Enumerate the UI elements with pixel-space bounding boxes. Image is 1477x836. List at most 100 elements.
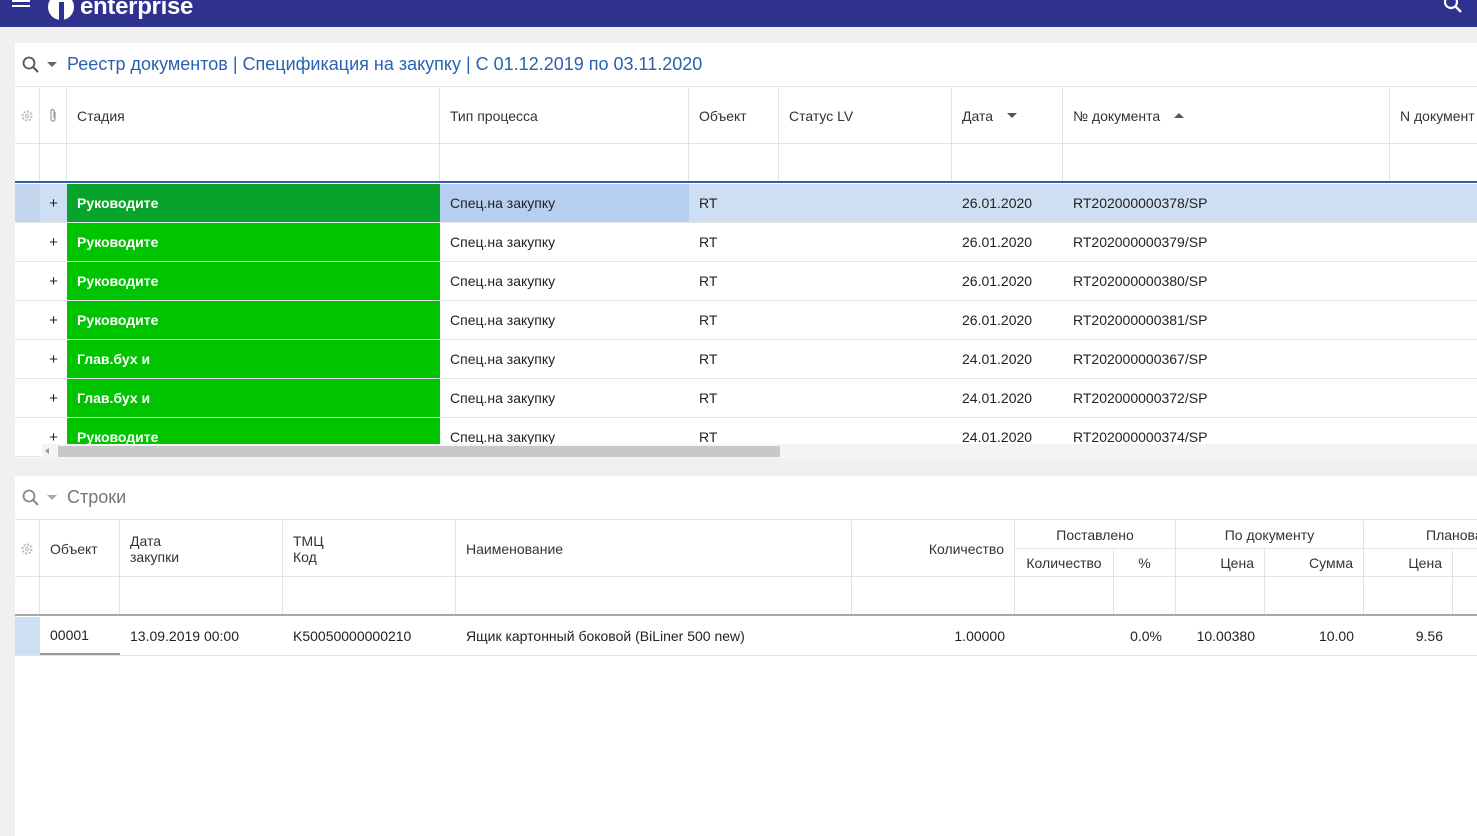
scroll-left-icon[interactable] xyxy=(45,448,49,454)
filter-date[interactable] xyxy=(952,144,1063,181)
cell-stage[interactable]: Руководите xyxy=(67,184,440,222)
attachment-icon-cell[interactable] xyxy=(40,88,67,143)
cell-stage[interactable]: Руководите xyxy=(67,223,440,261)
cell-stage[interactable]: Руководите xyxy=(67,301,440,339)
table-row[interactable]: + Руководите Спец.на закупку RT 26.01.20… xyxy=(15,301,1477,340)
expand-button[interactable]: + xyxy=(40,379,67,417)
cell-delivered-pct[interactable]: 0.0% xyxy=(1114,617,1176,655)
column-header-object[interactable]: Объект xyxy=(40,521,120,576)
cell-doc-no[interactable]: RT202000000372/SP xyxy=(1063,379,1390,417)
column-header-date[interactable]: Дата xyxy=(952,88,1063,143)
cell-object[interactable]: RT xyxy=(689,223,779,261)
cell-stage[interactable]: Глав.бух и xyxy=(67,379,440,417)
column-header-planned-price[interactable]: Цена xyxy=(1364,549,1453,577)
menu-icon[interactable] xyxy=(12,0,32,12)
filter-doc-sum[interactable] xyxy=(1265,577,1364,614)
cell-doc-price[interactable]: 10.00380 xyxy=(1176,617,1265,655)
column-header-purchase-date[interactable]: Дата закупки xyxy=(120,521,283,576)
horizontal-scrollbar[interactable] xyxy=(42,444,1477,458)
gear-icon[interactable] xyxy=(20,542,34,556)
column-header-status-lv[interactable]: Статус LV xyxy=(779,88,952,143)
cell-doc-no[interactable]: RT202000000379/SP xyxy=(1063,223,1390,261)
cell-process-type[interactable]: Спец.на закупку xyxy=(440,340,689,378)
cell-doc-no[interactable]: RT202000000381/SP xyxy=(1063,301,1390,339)
chevron-down-icon[interactable] xyxy=(47,495,57,500)
table-row[interactable]: 00001 13.09.2019 00:00 K50050000000210 Я… xyxy=(15,617,1477,656)
cell-quantity[interactable]: 1.00000 xyxy=(852,617,1015,655)
cell-date[interactable]: 26.01.2020 xyxy=(952,223,1063,261)
cell-object[interactable]: RT xyxy=(689,184,779,222)
cell-object[interactable]: RT xyxy=(689,340,779,378)
column-header-quantity[interactable]: Количество xyxy=(852,521,1015,576)
cell-name[interactable]: Ящик картонный боковой (BiLiner 500 new) xyxy=(456,617,852,655)
column-header-stage[interactable]: Стадия xyxy=(67,88,440,143)
filter-stage[interactable] xyxy=(67,144,440,181)
filter-object[interactable] xyxy=(689,144,779,181)
expand-button[interactable]: + xyxy=(40,340,67,378)
cell-doc-no[interactable]: RT202000000378/SP xyxy=(1063,184,1390,222)
column-header-delivered-qty[interactable]: Количество xyxy=(1015,549,1114,577)
cell-date[interactable]: 24.01.2020 xyxy=(952,379,1063,417)
cell-status-lv[interactable] xyxy=(779,379,952,417)
filter-n-doc[interactable] xyxy=(1390,144,1477,181)
cell-process-type[interactable]: Спец.на закупку xyxy=(440,262,689,300)
cell-object[interactable]: RT xyxy=(689,379,779,417)
cell-status-lv[interactable] xyxy=(779,223,952,261)
column-header-doc-price[interactable]: Цена xyxy=(1176,549,1265,577)
column-header-tmc-code[interactable]: ТМЦ Код xyxy=(283,521,456,576)
cell-process-type[interactable]: Спец.на закупку xyxy=(440,301,689,339)
panel-title[interactable]: Реестр документов | Спецификация на заку… xyxy=(67,54,702,75)
filter-doc-no[interactable] xyxy=(1063,144,1390,181)
panel-title[interactable]: Строки xyxy=(67,487,126,508)
filter-object[interactable] xyxy=(40,577,120,614)
cell-stage[interactable]: Руководите xyxy=(67,262,440,300)
cell-status-lv[interactable] xyxy=(779,184,952,222)
cell-date[interactable]: 26.01.2020 xyxy=(952,262,1063,300)
expand-button[interactable]: + xyxy=(40,184,67,222)
filter-purchase-date[interactable] xyxy=(120,577,283,614)
cell-object[interactable]: RT xyxy=(689,262,779,300)
filter-delivered-pct[interactable] xyxy=(1114,577,1176,614)
column-header-n-doc[interactable]: N документ xyxy=(1390,88,1477,143)
search-icon[interactable] xyxy=(21,55,41,75)
filter-process-type[interactable] xyxy=(440,144,689,181)
filter-tmc-code[interactable] xyxy=(283,577,456,614)
table-row[interactable]: + Руководите Спец.на закупку RT 26.01.20… xyxy=(15,184,1477,223)
cell-status-lv[interactable] xyxy=(779,301,952,339)
expand-button[interactable]: + xyxy=(40,262,67,300)
settings-icon-cell[interactable] xyxy=(15,521,40,576)
cell-delivered-qty[interactable] xyxy=(1015,617,1114,655)
cell-date[interactable]: 26.01.2020 xyxy=(952,301,1063,339)
cell-status-lv[interactable] xyxy=(779,262,952,300)
cell-purchase-date[interactable]: 13.09.2019 00:00 xyxy=(120,617,283,655)
filter-doc-price[interactable] xyxy=(1176,577,1265,614)
cell-doc-no[interactable]: RT202000000367/SP xyxy=(1063,340,1390,378)
column-header-name[interactable]: Наименование xyxy=(456,521,852,576)
search-icon[interactable] xyxy=(1443,0,1463,14)
expand-button[interactable]: + xyxy=(40,223,67,261)
cell-stage[interactable]: Глав.бух и xyxy=(67,340,440,378)
column-header-delivered-pct[interactable]: % xyxy=(1114,549,1176,577)
chevron-down-icon[interactable] xyxy=(47,62,57,67)
column-header-process-type[interactable]: Тип процесса xyxy=(440,88,689,143)
filter-quantity[interactable] xyxy=(852,577,1015,614)
cell-status-lv[interactable] xyxy=(779,340,952,378)
table-row[interactable]: + Глав.бух и Спец.на закупку RT 24.01.20… xyxy=(15,379,1477,418)
expand-button[interactable]: + xyxy=(40,301,67,339)
search-icon[interactable] xyxy=(21,488,41,508)
cell-object[interactable]: 00001 xyxy=(40,617,120,655)
filter-planned-price[interactable] xyxy=(1364,577,1453,614)
filter-status-lv[interactable] xyxy=(779,144,952,181)
cell-process-type[interactable]: Спец.на закупку xyxy=(440,223,689,261)
filter-delivered-qty[interactable] xyxy=(1015,577,1114,614)
scrollbar-thumb[interactable] xyxy=(58,446,780,457)
column-header-object[interactable]: Объект xyxy=(689,88,779,143)
cell-object[interactable]: RT xyxy=(689,301,779,339)
cell-tmc-code[interactable]: K50050000000210 xyxy=(283,617,456,655)
cell-date[interactable]: 24.01.2020 xyxy=(952,340,1063,378)
column-header-doc-no[interactable]: № документа xyxy=(1063,88,1390,143)
cell-planned-price[interactable]: 9.56 xyxy=(1364,617,1453,655)
settings-icon-cell[interactable] xyxy=(15,88,40,143)
table-row[interactable]: + Руководите Спец.на закупку RT 26.01.20… xyxy=(15,262,1477,301)
cell-process-type[interactable]: Спец.на закупку xyxy=(440,379,689,417)
